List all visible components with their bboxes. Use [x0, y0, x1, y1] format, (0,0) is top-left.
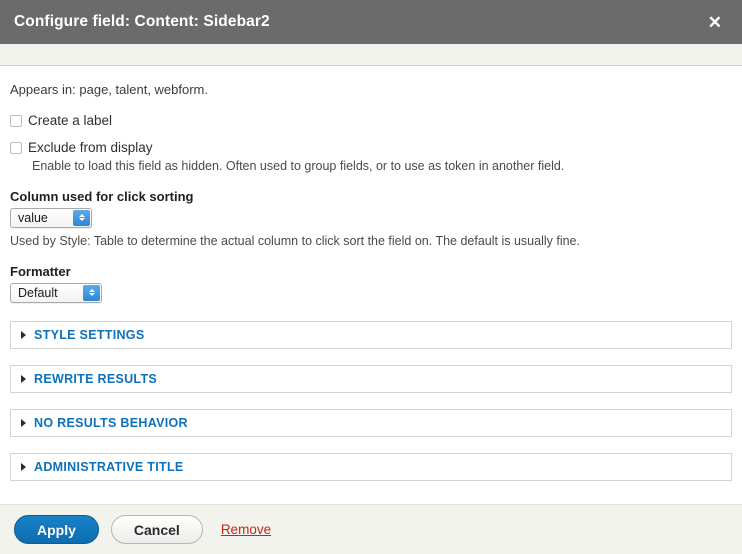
section-no-results-behavior[interactable]: No results behavior — [10, 408, 732, 437]
create-label-row: Create a label — [10, 113, 732, 128]
dialog-body: Appears in: page, talent, webform. Creat… — [0, 66, 742, 504]
chevron-down-icon — [78, 218, 85, 222]
collapsible-sections: Style settings Rewrite results No result… — [10, 320, 732, 481]
exclude-from-display-checkbox[interactable] — [10, 141, 22, 154]
chevron-updown-icon — [73, 209, 90, 226]
formatter-label: Formatter — [10, 263, 71, 279]
create-label-checkbox[interactable] — [10, 114, 22, 127]
remove-link[interactable]: Remove — [221, 522, 271, 537]
dialog-titlebar: Configure field: Content: Sidebar2 ✕ — [0, 0, 742, 44]
click-sorting-label: Column used for click sorting — [10, 188, 194, 204]
triangle-right-icon — [21, 462, 26, 471]
formatter-select[interactable]: Default — [10, 282, 102, 303]
section-style-settings[interactable]: Style settings — [10, 320, 732, 349]
section-rewrite-results-label: Rewrite results — [34, 371, 158, 386]
chevron-up-icon — [78, 214, 85, 218]
configure-field-dialog: Configure field: Content: Sidebar2 ✕ App… — [0, 0, 742, 554]
exclude-from-display-description: Enable to load this field as hidden. Oft… — [32, 159, 565, 173]
create-label-checkbox-line[interactable]: Create a label — [10, 113, 732, 128]
section-rewrite-results[interactable]: Rewrite results — [10, 364, 732, 393]
section-no-results-behavior-label: No results behavior — [34, 415, 188, 430]
chevron-down-icon — [88, 293, 95, 297]
chevron-updown-icon — [83, 284, 100, 301]
formatter-group: Formatter Default — [10, 264, 732, 303]
formatter-select-value: Default — [18, 285, 58, 300]
click-sorting-group: Column used for click sorting value Used… — [10, 189, 732, 250]
triangle-right-icon — [21, 374, 26, 383]
exclude-from-display-checkbox-line[interactable]: Exclude from display — [10, 140, 732, 155]
apply-button[interactable]: Apply — [14, 515, 99, 544]
chevron-up-icon — [88, 289, 95, 293]
appears-in-text: Appears in: page, talent, webform. — [10, 82, 209, 97]
dialog-footer: Apply Cancel Remove — [0, 504, 742, 554]
exclude-from-display-row: Exclude from display Enable to load this… — [10, 140, 732, 175]
exclude-from-display-text[interactable]: Exclude from display — [28, 140, 153, 155]
cancel-button[interactable]: Cancel — [110, 515, 203, 544]
click-sorting-select[interactable]: value — [10, 207, 92, 228]
dialog-subhead-strip — [0, 44, 742, 66]
section-style-settings-label: Style settings — [34, 327, 145, 342]
triangle-right-icon — [21, 418, 26, 427]
dialog-title: Configure field: Content: Sidebar2 — [14, 13, 270, 30]
close-icon[interactable]: ✕ — [704, 11, 726, 34]
create-label-text[interactable]: Create a label — [28, 113, 112, 128]
click-sorting-select-value: value — [18, 210, 48, 225]
section-administrative-title-label: Administrative title — [34, 459, 184, 474]
section-administrative-title[interactable]: Administrative title — [10, 452, 732, 481]
click-sorting-description: Used by Style: Table to determine the ac… — [10, 233, 580, 248]
triangle-right-icon — [21, 330, 26, 339]
